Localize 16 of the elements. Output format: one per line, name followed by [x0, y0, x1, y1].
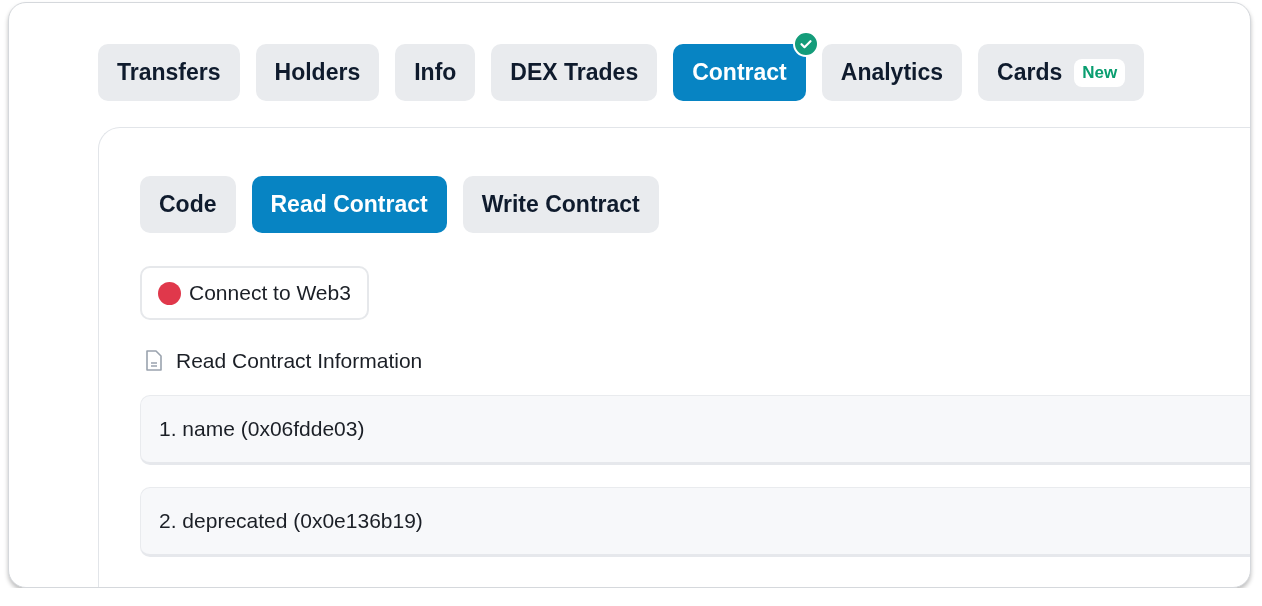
tab[interactable]: DEX Trades	[491, 44, 658, 101]
function-row[interactable]: 2. deprecated (0x0e136b19)	[140, 487, 1250, 557]
tab[interactable]: Contract	[673, 44, 806, 101]
subtab[interactable]: Write Contract	[462, 176, 659, 233]
tab[interactable]: Transfers	[98, 44, 240, 101]
tab[interactable]: Cards New	[978, 44, 1145, 101]
section-title: Read Contract Information	[176, 349, 423, 373]
tab[interactable]: Info	[395, 44, 476, 101]
new-badge: New	[1074, 58, 1126, 87]
tab[interactable]: Analytics	[821, 44, 963, 101]
document-icon	[146, 350, 162, 372]
tab[interactable]: Holders	[255, 44, 380, 101]
function-row[interactable]: 1. name (0x06fdde03)	[140, 395, 1250, 465]
connect-button[interactable]: Connect to Web3	[140, 266, 369, 320]
subtab[interactable]: Read Contract	[251, 176, 447, 233]
subtab[interactable]: Code	[140, 176, 236, 233]
